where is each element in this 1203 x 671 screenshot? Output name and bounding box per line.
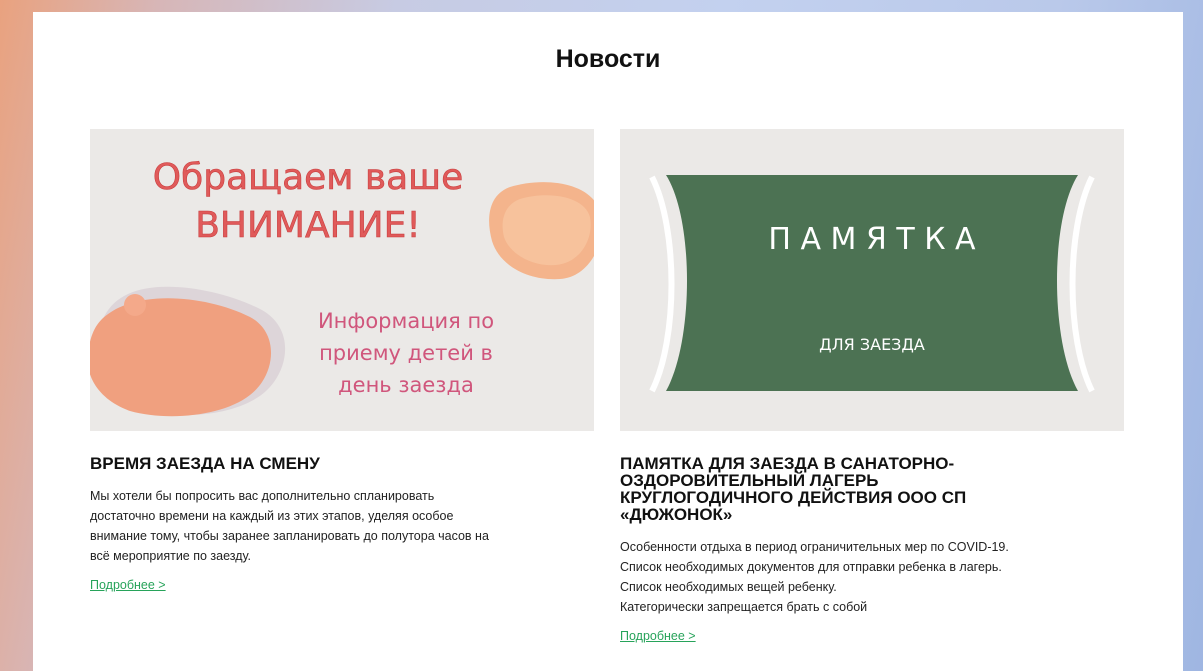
news-panel: Новости Обращаем ваше ВНИМАНИЕ! Информац… <box>33 12 1183 671</box>
image-headline-1: Обращаем ваше <box>153 157 464 198</box>
card-description-line: Особенности отдыха в период ограничитель… <box>620 540 1009 554</box>
decor-dot <box>124 294 146 316</box>
page-title: Новости <box>555 45 661 73</box>
card-description: Мы хотели бы попросить вас дополнительно… <box>90 486 594 566</box>
image-sub-1: Информация по <box>318 309 494 333</box>
card-description: Особенности отдыха в период ограничитель… <box>620 537 1124 617</box>
memo-banner <box>666 175 1078 391</box>
decor-blob <box>90 298 271 417</box>
read-more-link[interactable]: Подробнее > <box>90 578 166 592</box>
card-description-line: внимание тому, чтобы заранее запланирова… <box>90 529 489 543</box>
news-card: Обращаем ваше ВНИМАНИЕ! Информация по пр… <box>90 129 594 594</box>
image-sub-2: приему детей в <box>319 341 493 365</box>
news-image-attention[interactable]: Обращаем ваше ВНИМАНИЕ! Информация по пр… <box>90 129 594 431</box>
memo-banner-graphic: П А М Я Т К А ДЛЯ ЗАЕЗДА <box>620 129 1124 431</box>
news-image-memo[interactable]: П А М Я Т К А ДЛЯ ЗАЕЗДА <box>620 129 1124 431</box>
card-title-line: ПАМЯТКА ДЛЯ ЗАЕЗДА В САНАТОРНО- <box>620 454 955 473</box>
card-title-line: КРУГЛОГОДИЧНОГО ДЕЙСТВИЯ ООО СП <box>620 488 967 507</box>
news-card: П А М Я Т К А ДЛЯ ЗАЕЗДА ПАМЯТКА ДЛЯ ЗАЕ… <box>620 129 1124 645</box>
card-title-line: «ДЮЖОНОК» <box>620 505 733 524</box>
memo-sub: ДЛЯ ЗАЕЗДА <box>819 335 925 354</box>
image-headline-2: ВНИМАНИЕ! <box>195 205 421 246</box>
card-description-line: Список необходимых документов для отправ… <box>620 560 1002 574</box>
card-description-line: всё мероприятие по заезду. <box>90 549 252 563</box>
card-title[interactable]: ПАМЯТКА ДЛЯ ЗАЕЗДА В САНАТОРНО- ОЗДОРОВИ… <box>620 455 1124 523</box>
card-description-line: Список необходимых вещей ребенку. <box>620 580 837 594</box>
attention-banner-graphic: Обращаем ваше ВНИМАНИЕ! Информация по пр… <box>90 129 594 431</box>
card-description-line: Категорически запрещается брать с собой <box>620 600 868 614</box>
card-description-line: достаточно времени на каждый из этих эта… <box>90 509 454 523</box>
memo-headline: П А М Я Т К А <box>768 222 976 257</box>
card-title[interactable]: ВРЕМЯ ЗАЕЗДА НА СМЕНУ <box>90 455 594 472</box>
card-description-line: Мы хотели бы попросить вас дополнительно… <box>90 489 435 503</box>
card-title-line: ОЗДОРОВИТЕЛЬНЫЙ ЛАГЕРЬ <box>620 471 879 490</box>
read-more-link[interactable]: Подробнее > <box>620 629 696 643</box>
image-sub-3: день заезда <box>338 373 474 397</box>
